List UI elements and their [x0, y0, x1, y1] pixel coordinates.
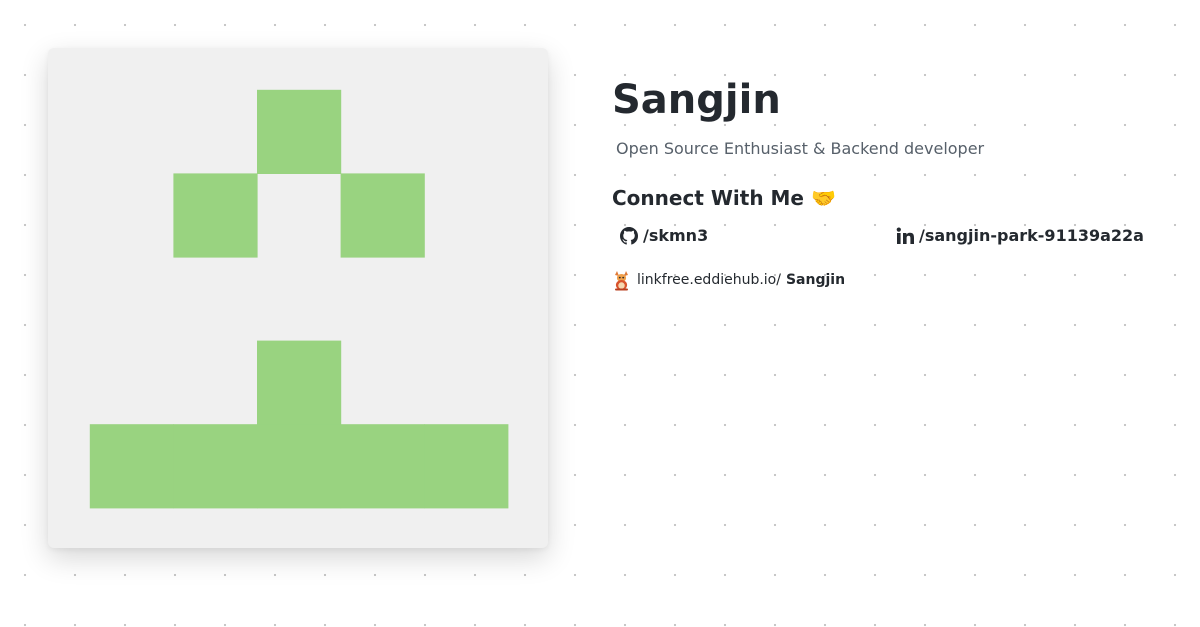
profile-section: Sangjin Open Source Enthusiast & Backend…	[612, 72, 1172, 292]
identicon-cell	[340, 424, 425, 509]
avatar	[48, 48, 548, 548]
identicon-cell	[340, 173, 425, 258]
github-link[interactable]: /skmn3	[620, 222, 708, 250]
profile-name: Sangjin	[612, 77, 781, 123]
linkfree-username: Sangjin	[785, 272, 846, 288]
identicon-cell	[257, 89, 342, 174]
connect-heading: Connect With Me 🤝	[612, 186, 836, 210]
identicon-cell	[173, 173, 258, 258]
identicon-cell	[89, 424, 174, 509]
identicon-cell	[257, 340, 342, 425]
identicon-cell	[424, 424, 509, 509]
identicon-avatar	[89, 89, 509, 509]
linkfree-domain: linkfree.eddiehub.io/	[637, 272, 781, 288]
linkfree-mascot-icon	[612, 269, 631, 291]
linkedin-icon	[896, 227, 914, 245]
identicon-cell	[173, 424, 258, 509]
linkfree-link[interactable]: linkfree.eddiehub.io/ Sangjin	[612, 268, 1172, 292]
linkedin-handle: /sangjin-park-91139a22a	[919, 226, 1144, 245]
github-handle: /skmn3	[643, 226, 709, 245]
social-links: /skmn3 /sangjin-park-91139a22a	[612, 222, 1172, 250]
github-icon	[620, 227, 638, 245]
profile-bio: Open Source Enthusiast & Backend develop…	[616, 139, 985, 158]
linkedin-link[interactable]: /sangjin-park-91139a22a	[896, 222, 1144, 250]
identicon-cell	[257, 424, 342, 509]
